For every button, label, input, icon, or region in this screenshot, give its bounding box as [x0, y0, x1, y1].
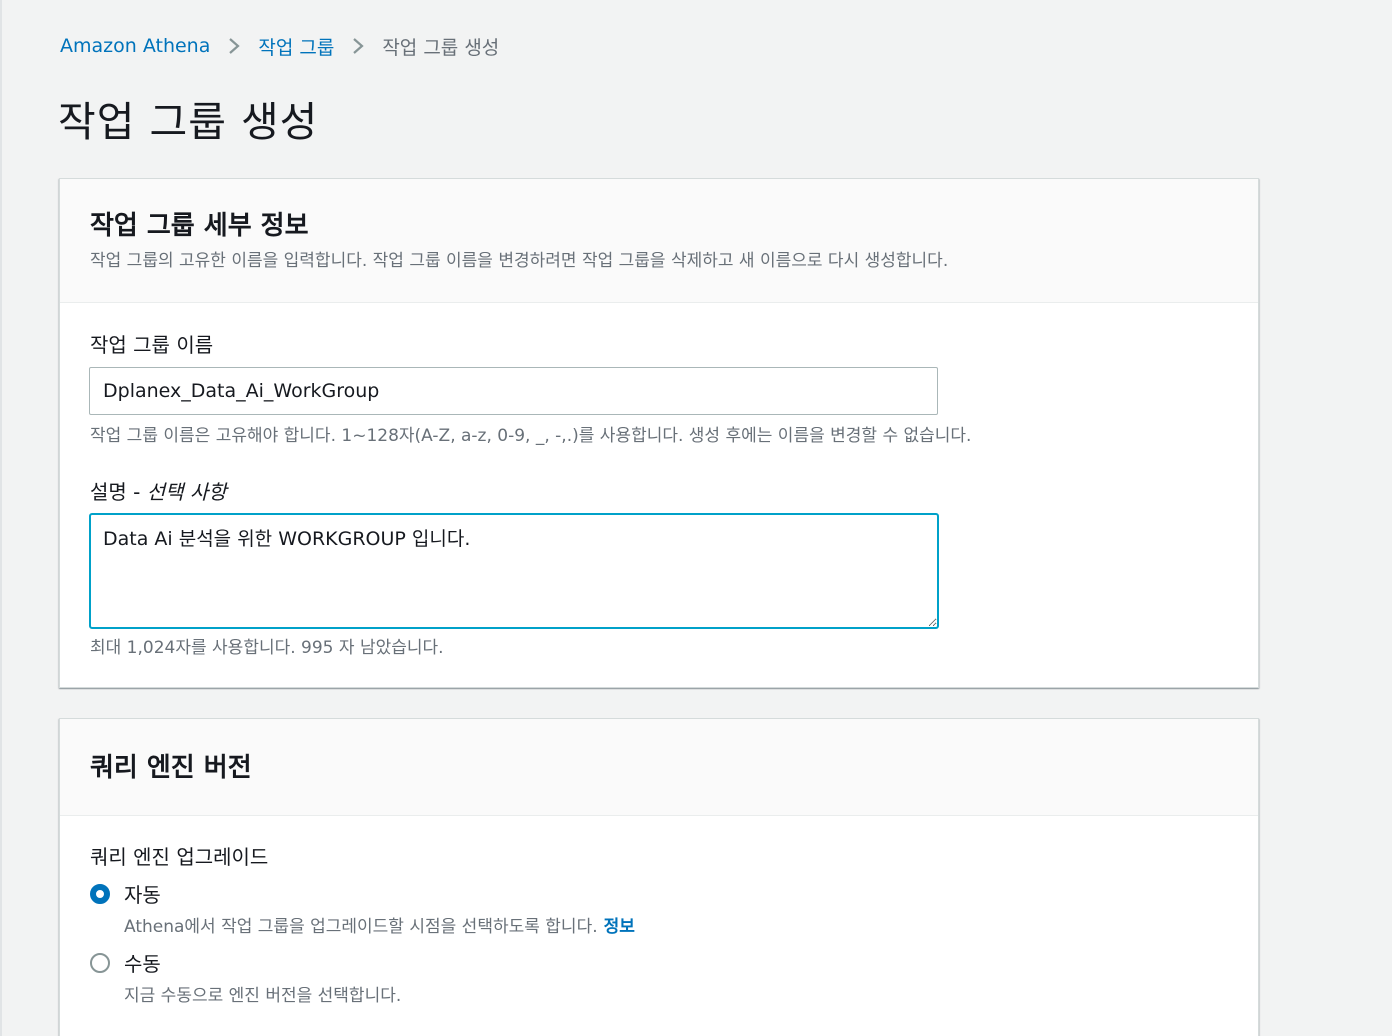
breadcrumb-current: 작업 그룹 생성	[382, 36, 500, 59]
page: Amazon Athena 작업 그룹 작업 그룹 생성 작업 그룹 생성 작업…	[0, 0, 1392, 1036]
description-textarea[interactable]: Data Ai 분석을 위한 WORKGROUP 입니다.	[89, 513, 939, 629]
description-label-text: 설명 -	[90, 480, 141, 504]
page-title: 작업 그룹 생성	[58, 98, 319, 146]
optional-tag: 선택 사항	[146, 480, 227, 504]
panel-header: 쿼리 엔진 버전	[60, 719, 1258, 816]
breadcrumb-workgroups[interactable]: 작업 그룹	[258, 33, 334, 60]
chevron-right-icon	[334, 36, 382, 56]
radio-option-manual[interactable]: 수동 지금 수동으로 엔진 버전을 선택합니다.	[90, 950, 401, 1006]
radio-description-text: Athena에서 작업 그룹을 업그레이드할 시점을 선택하도록 합니다.	[124, 917, 598, 937]
workgroup-name-label: 작업 그룹 이름	[90, 333, 214, 357]
panel-description: 작업 그룹의 고유한 이름을 입력합니다. 작업 그룹 이름을 변경하려면 작업…	[90, 251, 949, 271]
description-label: 설명 - 선택 사항	[90, 476, 227, 505]
description-hint: 최대 1,024자를 사용합니다. 995 자 남았습니다.	[90, 638, 444, 658]
left-border	[0, 0, 2, 1036]
breadcrumb: Amazon Athena 작업 그룹 작업 그룹 생성	[60, 31, 499, 61]
query-engine-panel: 쿼리 엔진 버전 쿼리 엔진 업그레이드 자동 Athena에서 작업 그룹을 …	[59, 718, 1259, 1036]
chevron-right-icon	[210, 36, 258, 56]
panel-title: 작업 그룹 세부 정보	[90, 211, 309, 241]
radio-label: 자동	[124, 883, 161, 907]
breadcrumb-athena[interactable]: Amazon Athena	[60, 35, 210, 57]
workgroup-name-input[interactable]	[89, 367, 938, 415]
radio-button-selected[interactable]	[90, 884, 110, 904]
radio-description: 지금 수동으로 엔진 버전을 선택합니다.	[124, 986, 402, 1006]
panel-title: 쿼리 엔진 버전	[90, 753, 252, 783]
info-link[interactable]: 정보	[604, 917, 635, 937]
radio-description: Athena에서 작업 그룹을 업그레이드할 시점을 선택하도록 합니다. 정보	[124, 912, 635, 937]
radio-option-auto[interactable]: 자동 Athena에서 작업 그룹을 업그레이드할 시점을 선택하도록 합니다.…	[90, 881, 635, 937]
radio-text: 자동 Athena에서 작업 그룹을 업그레이드할 시점을 선택하도록 합니다.…	[124, 881, 635, 937]
radio-label: 수동	[124, 952, 161, 976]
radio-text: 수동 지금 수동으로 엔진 버전을 선택합니다.	[124, 950, 401, 1006]
workgroup-name-hint: 작업 그룹 이름은 고유해야 합니다. 1~128자(A-Z, a-z, 0-9…	[90, 426, 972, 446]
panel-header: 작업 그룹 세부 정보 작업 그룹의 고유한 이름을 입력합니다. 작업 그룹 …	[60, 179, 1258, 303]
radio-button[interactable]	[90, 953, 110, 973]
workgroup-details-panel: 작업 그룹 세부 정보 작업 그룹의 고유한 이름을 입력합니다. 작업 그룹 …	[59, 178, 1259, 688]
engine-upgrade-label: 쿼리 엔진 업그레이드	[90, 845, 269, 869]
